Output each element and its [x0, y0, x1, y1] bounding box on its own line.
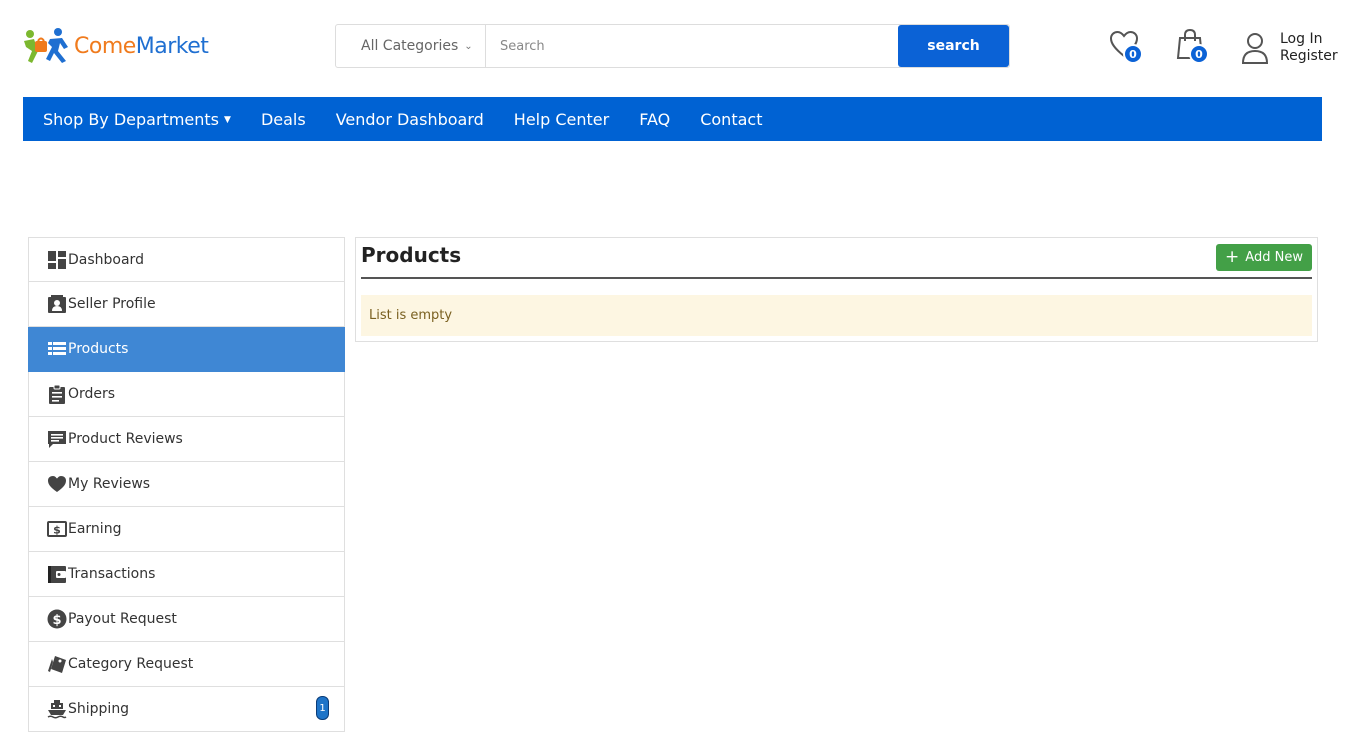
comment-icon [46, 429, 67, 450]
sidebar-item-seller-profile[interactable]: Seller Profile [28, 282, 345, 327]
sidebar-item-my-reviews[interactable]: My Reviews [28, 462, 345, 507]
dashboard-icon [46, 249, 67, 270]
sidebar-item-label: Products [68, 341, 129, 357]
wallet-icon [46, 564, 67, 585]
svg-text:$: $ [53, 524, 61, 537]
nav-item-contact[interactable]: Contact [700, 110, 762, 129]
cart-count-badge: 0 [1189, 44, 1209, 64]
logo-text: ComeMarket [74, 33, 209, 59]
add-new-label: Add New [1245, 250, 1303, 265]
sidebar-item-dashboard[interactable]: Dashboard [28, 237, 345, 282]
contact-card-icon [46, 294, 67, 315]
sidebar-item-payout-request[interactable]: $ Payout Request [28, 597, 345, 642]
account-area: Log In Register [1240, 28, 1338, 68]
sidebar-item-label: Dashboard [68, 251, 144, 268]
logo-mark-icon [24, 28, 68, 63]
clipboard-icon [46, 384, 67, 405]
search-button[interactable]: search [898, 25, 1009, 67]
page-title: Products [361, 243, 462, 267]
site-header: ComeMarket All Categories ⌄ search 0 0 L… [0, 0, 1345, 92]
logo-text-market: Market [135, 33, 209, 59]
heart-icon [46, 474, 67, 495]
sidebar-item-label: Transactions [68, 566, 156, 582]
chevron-down-icon: ⌄ [464, 40, 473, 52]
caret-down-icon: ▼ [224, 115, 231, 125]
category-select-label: All Categories [361, 38, 459, 54]
search-input[interactable] [486, 25, 898, 67]
main-nav: Shop By Departments ▼ Deals Vendor Dashbo… [23, 97, 1322, 141]
empty-list-message: List is empty [369, 308, 453, 323]
site-logo[interactable]: ComeMarket [20, 26, 209, 66]
shipping-count-badge: 1 [316, 696, 329, 720]
sidebar-item-earning[interactable]: $ Earning [28, 507, 345, 552]
sidebar-item-shipping[interactable]: Shipping 1 [28, 687, 345, 732]
sidebar-item-orders[interactable]: Orders [28, 372, 345, 417]
sidebar-item-product-reviews[interactable]: Product Reviews [28, 417, 345, 462]
empty-list-alert: List is empty [361, 295, 1312, 336]
search-bar: All Categories ⌄ search [335, 24, 1010, 68]
nav-item-shop-by-departments[interactable]: Shop By Departments ▼ [43, 110, 231, 129]
sidebar-item-label: Earning [68, 521, 122, 537]
nav-item-deals[interactable]: Deals [261, 110, 306, 129]
products-panel: Products + Add New List is empty [355, 237, 1318, 342]
sidebar-item-label: Payout Request [68, 611, 177, 627]
wishlist-count-badge: 0 [1123, 44, 1143, 64]
vendor-sidebar: Dashboard Seller Profile Products Orders… [28, 237, 345, 732]
dollar-circle-icon: $ [46, 609, 67, 630]
wishlist-button[interactable]: 0 [1108, 28, 1148, 68]
title-divider [361, 277, 1312, 279]
logo-text-come: Come [74, 33, 136, 59]
login-link[interactable]: Log In [1280, 31, 1338, 48]
tags-icon [46, 654, 67, 675]
sidebar-item-label: My Reviews [68, 476, 151, 492]
list-icon [46, 339, 67, 360]
sidebar-item-label: Orders [68, 386, 116, 402]
nav-item-faq[interactable]: FAQ [639, 110, 670, 129]
ship-icon [46, 699, 67, 720]
sidebar-item-label: Product Reviews [68, 431, 183, 447]
nav-item-label: Shop By Departments [43, 109, 220, 129]
register-link[interactable]: Register [1280, 48, 1338, 65]
sidebar-item-label: Shipping [68, 701, 130, 717]
cart-button[interactable]: 0 [1174, 28, 1214, 68]
sidebar-item-label: Seller Profile [68, 296, 156, 312]
money-bill-icon: $ [46, 519, 67, 540]
account-links: Log In Register [1280, 31, 1338, 65]
sidebar-item-transactions[interactable]: Transactions [28, 552, 345, 597]
user-icon [1241, 33, 1269, 64]
category-select[interactable]: All Categories ⌄ [336, 25, 486, 67]
sidebar-item-category-request[interactable]: Category Request [28, 642, 345, 687]
svg-text:$: $ [52, 613, 61, 628]
sidebar-item-label: Category Request [68, 656, 194, 672]
nav-item-help-center[interactable]: Help Center [514, 110, 609, 129]
plus-icon: + [1225, 247, 1240, 267]
nav-item-vendor-dashboard[interactable]: Vendor Dashboard [336, 110, 484, 129]
add-new-button[interactable]: + Add New [1216, 244, 1312, 271]
sidebar-item-products[interactable]: Products [28, 327, 345, 372]
